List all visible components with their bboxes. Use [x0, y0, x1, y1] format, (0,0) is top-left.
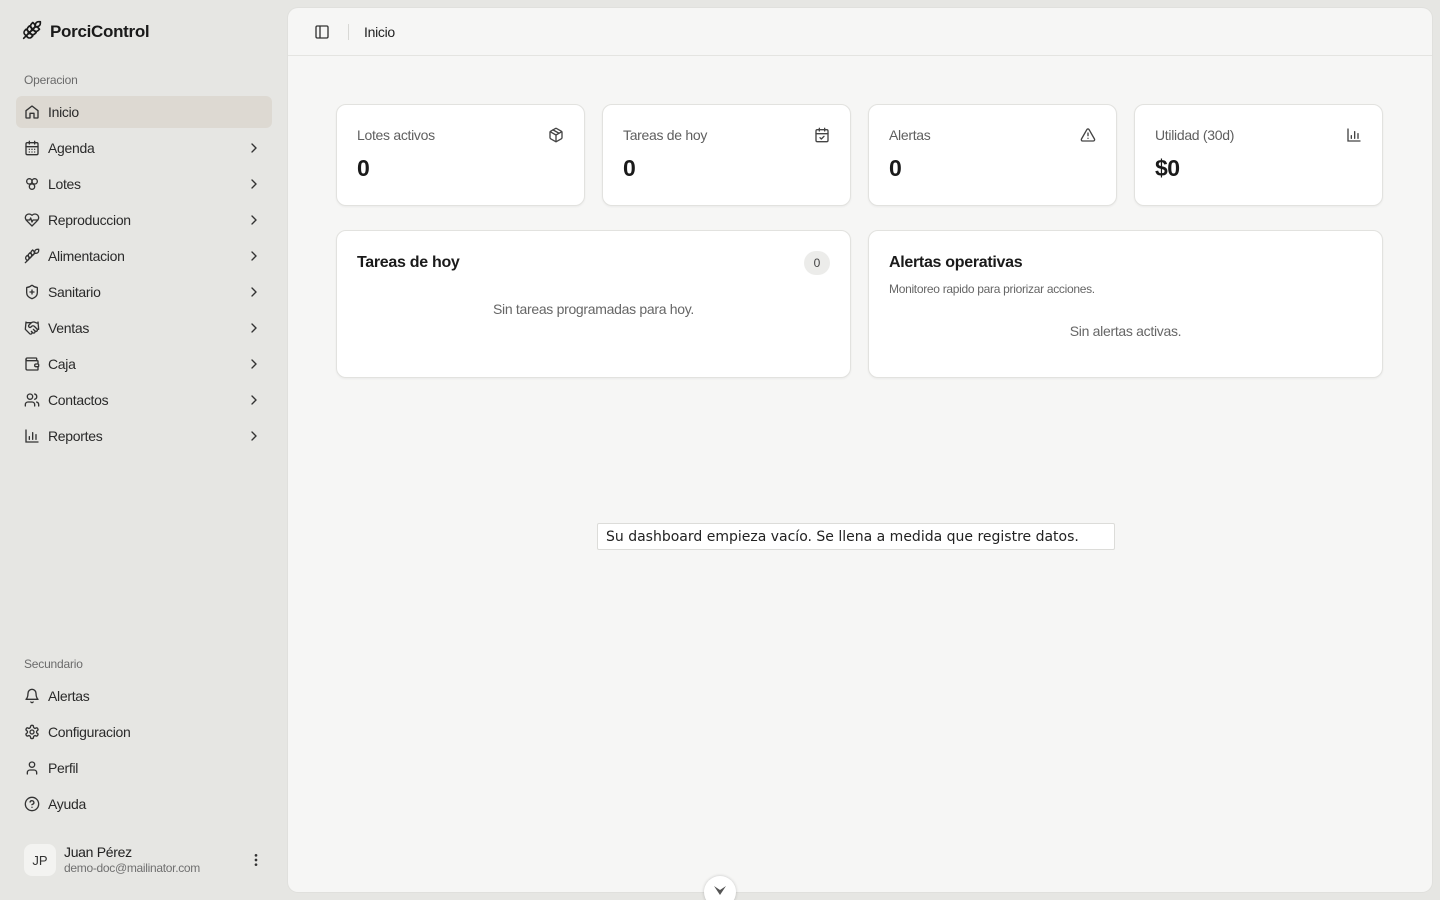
- sidebar-toggle-icon[interactable]: [314, 24, 330, 40]
- chevron-right-icon: [246, 392, 262, 408]
- pig-icon: [22, 20, 42, 45]
- calendar-check-icon: [814, 127, 830, 143]
- wallet-icon: [24, 356, 40, 372]
- chevron-down-icon: [713, 884, 727, 900]
- sidebar-item-label: Inicio: [48, 104, 79, 120]
- sidebar-item-label: Contactos: [48, 392, 109, 408]
- user-menu[interactable]: JP Juan Pérez demo-doc@mailinator.com: [16, 836, 272, 884]
- sidebar-item-agenda[interactable]: Agenda: [16, 132, 272, 164]
- boxes-icon: [24, 176, 40, 192]
- alerts-panel: Alertas operativas Monitoreo rapido para…: [868, 230, 1383, 378]
- secondary-nav: Alertas Configuracion Perfil Ayuda: [16, 680, 272, 824]
- stat-value: 0: [889, 155, 902, 181]
- panel-title: Tareas de hoy: [357, 254, 460, 271]
- more-vertical-icon[interactable]: [248, 852, 264, 868]
- sidebar-item-perfil[interactable]: Perfil: [16, 752, 272, 784]
- empty-message: Sin tareas programadas para hoy.: [492, 301, 695, 317]
- sidebar-item-label: Agenda: [48, 140, 95, 156]
- empty-dashboard-hint: Su dashboard empieza vacío. Se llena a m…: [597, 523, 1115, 550]
- stat-value: $0: [1155, 155, 1180, 181]
- breadcrumb: Inicio: [364, 23, 395, 40]
- chevron-right-icon: [246, 284, 262, 300]
- sidebar-item-inicio[interactable]: Inicio: [16, 96, 272, 128]
- heart-pulse-icon: [24, 212, 40, 228]
- stat-title: Tareas de hoy: [623, 127, 708, 143]
- sidebar-item-configuracion[interactable]: Configuracion: [16, 716, 272, 748]
- sidebar-item-sanitario[interactable]: Sanitario: [16, 276, 272, 308]
- chevron-right-icon: [246, 176, 262, 192]
- stat-value: 0: [623, 155, 636, 181]
- sidebar-item-label: Reproduccion: [48, 212, 131, 228]
- sidebar-item-label: Lotes: [48, 176, 81, 192]
- stat-card-utilidad: Utilidad (30d) $0: [1134, 104, 1383, 206]
- gear-icon: [24, 724, 40, 740]
- user-name: Juan Pérez: [64, 843, 132, 860]
- sidebar-item-label: Alimentacion: [48, 248, 125, 264]
- bell-icon: [24, 688, 40, 704]
- sidebar-item-alertas[interactable]: Alertas: [16, 680, 272, 712]
- sidebar-item-label: Ayuda: [48, 796, 86, 812]
- alert-triangle-icon: [1080, 127, 1096, 143]
- sidebar-item-reproduccion[interactable]: Reproduccion: [16, 204, 272, 236]
- chevron-right-icon: [246, 356, 262, 372]
- stat-value: 0: [357, 155, 370, 181]
- count-badge: 0: [804, 251, 830, 275]
- empty-message: Sin alertas activas.: [1069, 323, 1182, 339]
- app-name: PorciControl: [50, 22, 150, 41]
- user-meta: Juan Pérez demo-doc@mailinator.com: [64, 844, 240, 877]
- user-icon: [24, 760, 40, 776]
- chevron-right-icon: [246, 140, 262, 156]
- panel-title: Alertas operativas: [889, 254, 1023, 271]
- stat-card-lotes: Lotes activos 0: [336, 104, 585, 206]
- sidebar-item-label: Ventas: [48, 320, 90, 336]
- calendar-icon: [24, 140, 40, 156]
- sidebar-item-caja[interactable]: Caja: [16, 348, 272, 380]
- chevron-right-icon: [246, 248, 262, 264]
- topbar: Inicio: [288, 8, 1432, 56]
- sidebar: PorciControl Operacion Inicio Agenda Lot…: [0, 0, 288, 900]
- home-icon: [24, 104, 40, 120]
- group-label-operacion: Operacion: [24, 73, 78, 87]
- stat-title: Lotes activos: [357, 127, 435, 143]
- avatar: JP: [24, 844, 56, 876]
- stat-title: Utilidad (30d): [1155, 127, 1235, 143]
- sidebar-item-alimentacion[interactable]: Alimentacion: [16, 240, 272, 272]
- sidebar-item-lotes[interactable]: Lotes: [16, 168, 272, 200]
- package-icon: [548, 127, 564, 143]
- chevron-right-icon: [246, 428, 262, 444]
- users-icon: [24, 392, 40, 408]
- bar-chart-icon: [1346, 127, 1362, 143]
- wheat-icon: [24, 248, 40, 264]
- help-circle-icon: [24, 796, 40, 812]
- panel-subtitle: Monitoreo rapido para priorizar acciones…: [889, 282, 1095, 296]
- group-label-secundario: Secundario: [24, 657, 83, 671]
- stat-title: Alertas: [889, 127, 931, 143]
- tasks-panel: Tareas de hoy 0 Sin tareas programadas p…: [336, 230, 851, 378]
- sidebar-item-reportes[interactable]: Reportes: [16, 420, 272, 452]
- handshake-icon: [24, 320, 40, 336]
- sidebar-item-ventas[interactable]: Ventas: [16, 312, 272, 344]
- sidebar-item-label: Reportes: [48, 428, 103, 444]
- sidebar-item-label: Caja: [48, 356, 76, 372]
- chevron-right-icon: [246, 320, 262, 336]
- brand[interactable]: PorciControl: [22, 20, 150, 45]
- scroll-down-button[interactable]: [704, 876, 736, 900]
- sidebar-item-label: Perfil: [48, 760, 79, 776]
- sidebar-item-label: Alertas: [48, 688, 90, 704]
- bar-chart-icon: [24, 428, 40, 444]
- sidebar-item-ayuda[interactable]: Ayuda: [16, 788, 272, 820]
- stat-card-tareas: Tareas de hoy 0: [602, 104, 851, 206]
- primary-nav: Inicio Agenda Lotes Reproduccion Aliment…: [16, 96, 272, 456]
- main-content: Inicio Lotes activos 0 Tareas de hoy 0 A…: [288, 8, 1432, 892]
- stat-card-alertas: Alertas 0: [868, 104, 1117, 206]
- sidebar-item-contactos[interactable]: Contactos: [16, 384, 272, 416]
- chevron-right-icon: [246, 212, 262, 228]
- user-email: demo-doc@mailinator.com: [64, 861, 201, 876]
- shield-plus-icon: [24, 284, 40, 300]
- divider: [348, 23, 349, 40]
- sidebar-item-label: Configuracion: [48, 724, 131, 740]
- sidebar-item-label: Sanitario: [48, 284, 101, 300]
